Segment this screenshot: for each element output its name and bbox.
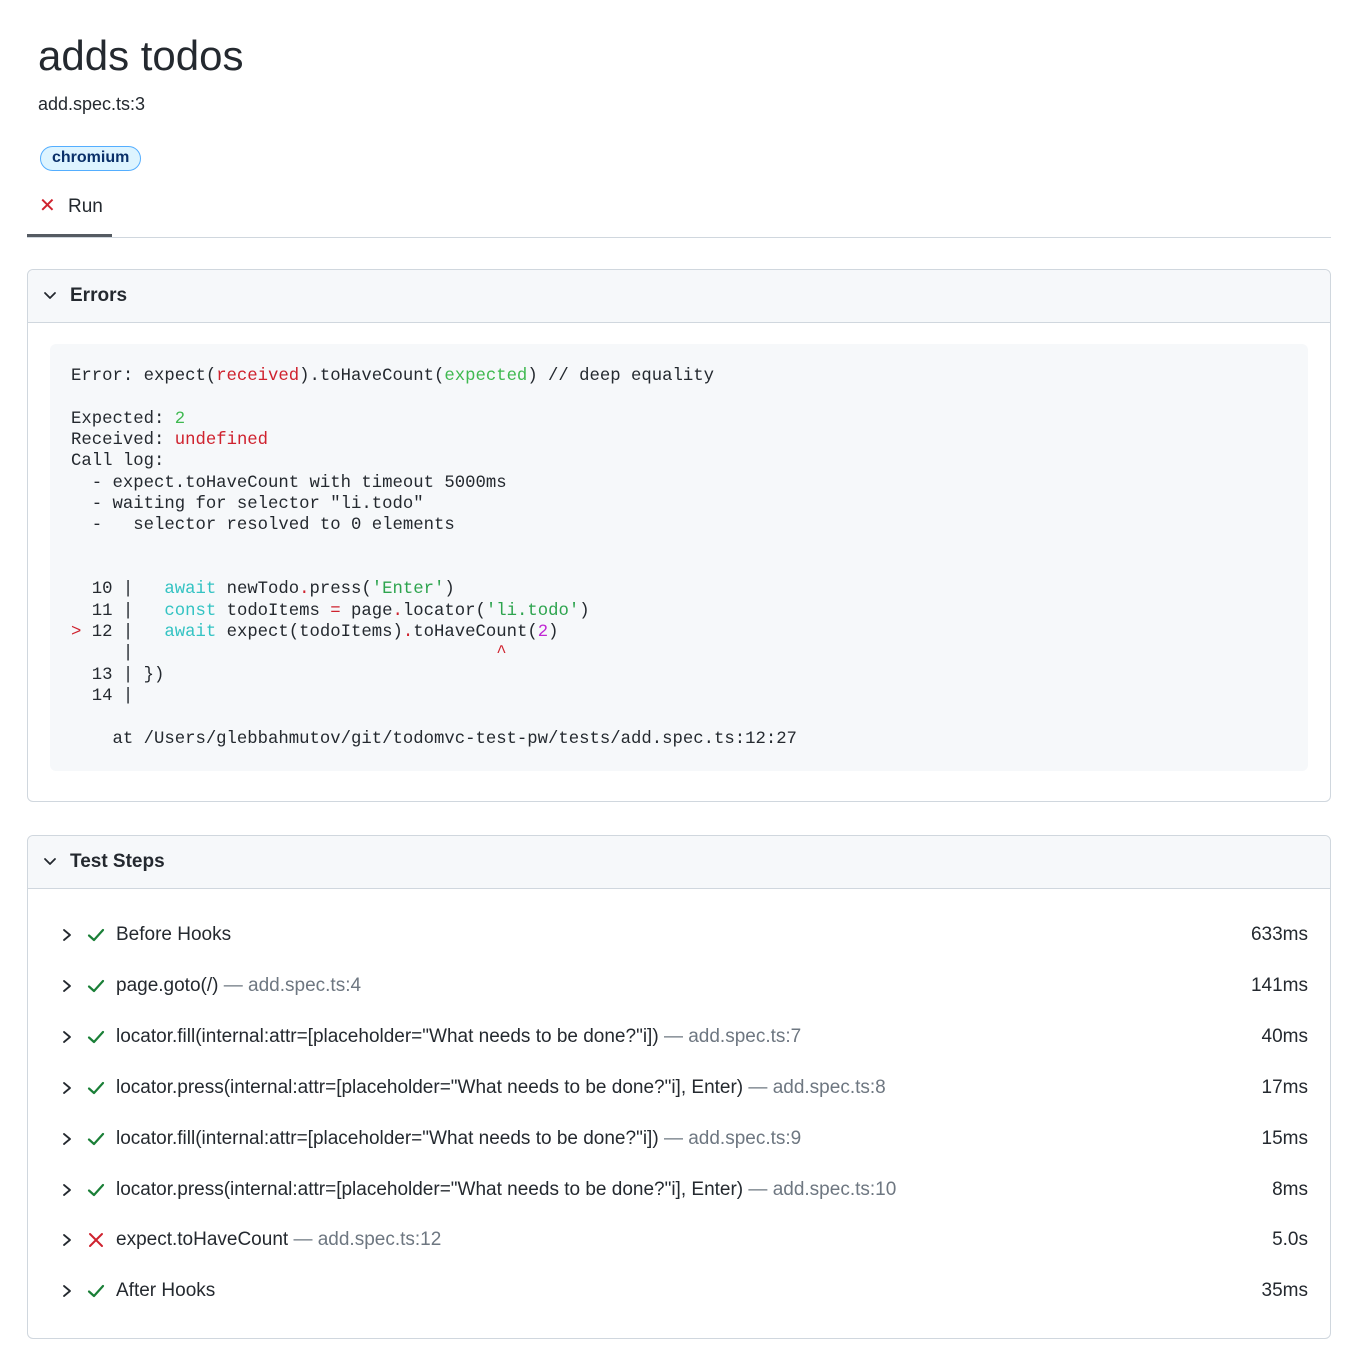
- step-duration: 15ms: [1261, 1127, 1308, 1149]
- step-duration: 141ms: [1250, 974, 1308, 996]
- test-location[interactable]: add.spec.ts:3: [38, 92, 145, 116]
- step-location[interactable]: — add.spec.ts:4: [224, 975, 361, 996]
- step-row[interactable]: After Hooks 35ms: [28, 1269, 1330, 1313]
- step-duration: 5.0s: [1272, 1229, 1308, 1251]
- step-title: locator.press(internal:attr=[placeholder…: [116, 1178, 897, 1200]
- tab-run[interactable]: ✕ Run: [27, 186, 112, 237]
- check-icon: [87, 1132, 105, 1145]
- chevron-down-icon: [44, 292, 56, 299]
- step-title: locator.fill(internal:attr=[placeholder=…: [116, 1025, 802, 1047]
- x-icon: [89, 1233, 103, 1248]
- test-steps-panel: Test Steps Before Hooks 633ms page.goto(/)…: [27, 835, 1331, 1339]
- check-icon: [87, 979, 105, 992]
- check-icon: [87, 1030, 105, 1043]
- error-text: Error: expect(received).toHaveCount(expe…: [71, 367, 797, 749]
- errors-panel-header[interactable]: Errors: [28, 270, 1330, 323]
- chevron-right-icon[interactable]: [60, 1131, 74, 1147]
- step-title: Before Hooks: [116, 924, 232, 945]
- step-row[interactable]: locator.press(internal:attr=[placeholder…: [28, 1168, 1330, 1212]
- chevron-right-icon[interactable]: [60, 1182, 74, 1198]
- chevron-right-icon[interactable]: [60, 978, 74, 994]
- step-duration: 17ms: [1261, 1076, 1308, 1098]
- step-title: After Hooks: [116, 1280, 216, 1302]
- step-location[interactable]: — add.spec.ts:8: [748, 1077, 885, 1098]
- step-location[interactable]: — add.spec.ts:10: [748, 1179, 896, 1200]
- check-icon: [87, 1081, 105, 1094]
- step-title: locator.press(internal:attr=[placeholder…: [116, 1076, 886, 1098]
- step-duration: 8ms: [1272, 1178, 1308, 1200]
- step-duration: 40ms: [1261, 1025, 1308, 1047]
- chevron-right-icon[interactable]: [60, 1080, 74, 1096]
- chevron-right-icon[interactable]: [60, 927, 74, 943]
- error-message: Error: expect(received).toHaveCount(expe…: [50, 344, 1308, 771]
- step-row[interactable]: page.goto(/) — add.spec.ts:4 141ms: [28, 964, 1330, 1008]
- tab-bar: ✕ Run: [27, 186, 1331, 238]
- step-title: locator.fill(internal:attr=[placeholder=…: [116, 1127, 802, 1149]
- chevron-right-icon[interactable]: [60, 1029, 74, 1045]
- check-icon: [87, 1285, 105, 1298]
- test-title: adds todos: [38, 32, 244, 79]
- errors-panel: Errors Error: expect(received).toHaveCou…: [27, 269, 1331, 802]
- step-duration: 35ms: [1261, 1280, 1308, 1302]
- step-location[interactable]: — add.spec.ts:9: [664, 1128, 801, 1149]
- step-title: page.goto(/) — add.spec.ts:4: [116, 974, 362, 996]
- step-row[interactable]: Before Hooks 633ms: [28, 913, 1330, 957]
- test-steps-panel-header[interactable]: Test Steps: [28, 836, 1330, 889]
- step-row[interactable]: locator.fill(internal:attr=[placeholder=…: [28, 1015, 1330, 1059]
- check-icon: [87, 928, 105, 942]
- step-row[interactable]: expect.toHaveCount — add.spec.ts:12 5.0s: [28, 1218, 1330, 1262]
- chevron-down-icon: [44, 858, 56, 865]
- check-icon: [87, 1183, 105, 1196]
- step-row[interactable]: locator.fill(internal:attr=[placeholder=…: [28, 1117, 1330, 1161]
- tab-run-label: Run: [68, 196, 103, 217]
- step-title: expect.toHaveCount — add.spec.ts:12: [116, 1229, 442, 1251]
- chevron-right-icon[interactable]: [60, 1283, 74, 1299]
- chevron-right-icon[interactable]: [60, 1232, 74, 1248]
- x-icon: ✕: [39, 195, 56, 217]
- step-location[interactable]: — add.spec.ts:7: [664, 1026, 801, 1047]
- errors-panel-title: Errors: [70, 285, 128, 306]
- step-row[interactable]: locator.press(internal:attr=[placeholder…: [28, 1066, 1330, 1110]
- step-duration: 633ms: [1250, 924, 1308, 945]
- test-steps-panel-title: Test Steps: [70, 851, 165, 872]
- step-location[interactable]: — add.spec.ts:12: [293, 1229, 441, 1250]
- project-badge[interactable]: chromium: [40, 146, 142, 171]
